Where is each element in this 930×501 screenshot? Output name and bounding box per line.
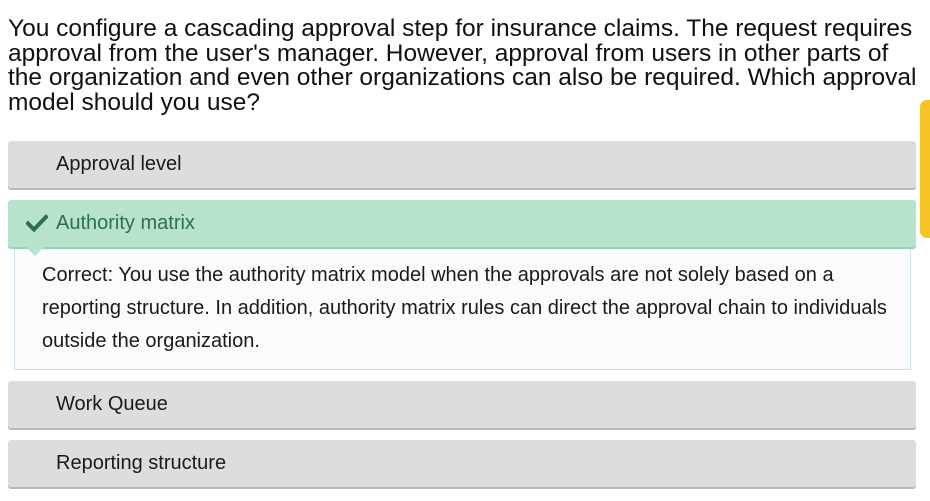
option-label: Work Queue xyxy=(56,393,168,415)
option-label: Authority matrix xyxy=(56,212,195,234)
feedback-pointer xyxy=(26,247,44,256)
option-label: Approval level xyxy=(56,153,182,175)
option-approval-level[interactable]: Approval level xyxy=(8,141,916,188)
feedback-panel: Correct: You use the authority matrix mo… xyxy=(14,249,911,370)
option-label: Reporting structure xyxy=(56,452,227,474)
option-reporting-structure[interactable]: Reporting structure xyxy=(8,440,916,487)
option-authority-matrix[interactable]: Authority matrix xyxy=(8,200,916,247)
question-text: You configure a cascading approval step … xyxy=(8,15,917,116)
feedback-text: Correct: You use the authority matrix mo… xyxy=(42,264,887,352)
option-work-queue[interactable]: Work Queue xyxy=(8,381,916,428)
side-tab[interactable] xyxy=(920,100,930,238)
checkmark-icon xyxy=(25,214,49,233)
